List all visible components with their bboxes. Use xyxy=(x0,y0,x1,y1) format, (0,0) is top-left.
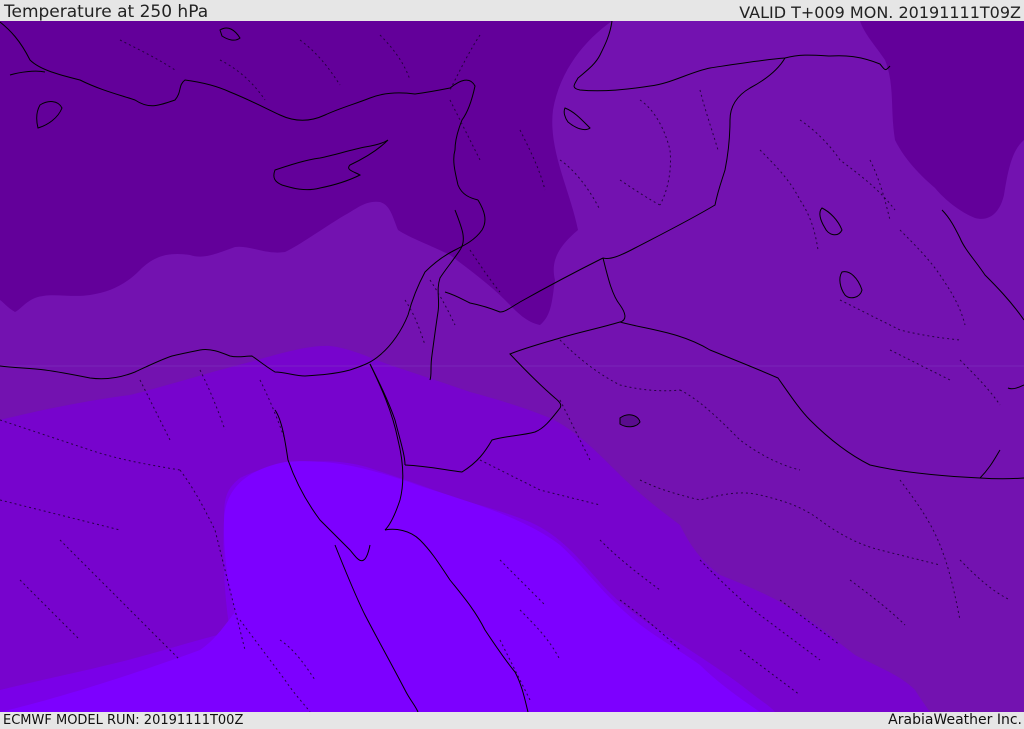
model-run: ECMWF MODEL RUN: 20191111T00Z xyxy=(3,713,244,728)
footer-bar: ECMWF MODEL RUN: 20191111T00Z ArabiaWeat… xyxy=(0,712,1024,729)
map-title: Temperature at 250 hPa xyxy=(4,2,209,22)
map-canvas xyxy=(0,21,1024,712)
valid-time: VALID T+009 MON. 20191111T09Z xyxy=(739,3,1021,22)
temperature-map[interactable] xyxy=(0,21,1024,712)
header-bar: Temperature at 250 hPa VALID T+009 MON. … xyxy=(0,0,1024,21)
brand-credit: ArabiaWeather Inc. xyxy=(888,712,1022,728)
